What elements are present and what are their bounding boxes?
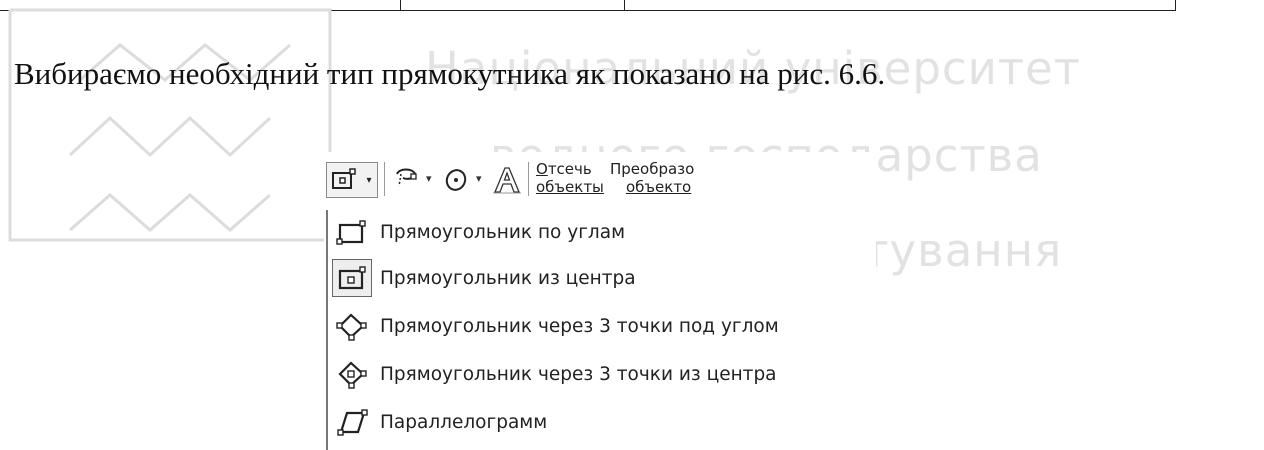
- transform-objects-button[interactable]: Преобразо объекто: [610, 160, 702, 196]
- menu-item-label: Параллелограмм: [380, 411, 548, 433]
- ellipse-icon: [445, 169, 467, 191]
- lasso-tool-button[interactable]: [390, 164, 422, 194]
- outline-text-icon: [493, 167, 521, 194]
- parallelogram-icon: [332, 405, 372, 439]
- menu-item-label: Прямоугольник из центра: [380, 267, 636, 289]
- menu-item-rectangle-corners[interactable]: Прямоугольник по углам: [328, 210, 868, 254]
- transform-label-line2: объекто: [626, 178, 692, 196]
- rectangle-3point-center-icon: [332, 357, 372, 391]
- toolbar-separator: [384, 162, 385, 196]
- menu-item-parallelogram[interactable]: Параллелограмм: [328, 400, 868, 444]
- table-column-divider: [400, 0, 401, 10]
- lasso-icon: [396, 168, 417, 187]
- menu-item-label: Прямоугольник через 3 точки из центра: [380, 363, 777, 385]
- ellipse-tool-button[interactable]: [440, 164, 472, 194]
- rectangle-center-icon: [332, 168, 356, 189]
- menu-item-rectangle-3point-center[interactable]: Прямоугольник через 3 точки из центра: [328, 352, 868, 396]
- rectangle-3point-icon: [332, 309, 372, 343]
- rectangle-dropdown-arrow[interactable]: ▾: [361, 162, 378, 198]
- text-tool-button[interactable]: [490, 164, 524, 196]
- menu-item-rectangle-center[interactable]: Прямоугольник из центра: [328, 256, 868, 300]
- menu-item-label: Прямоугольник по углам: [380, 221, 626, 243]
- body-paragraph: Вибираємо необхідний тип прямокутника як…: [14, 56, 886, 91]
- rectangle-corners-icon: [332, 215, 372, 249]
- transform-label-line1: Преобразо: [610, 160, 695, 178]
- table-column-divider: [624, 0, 625, 10]
- rectangle-tool-button[interactable]: [326, 162, 362, 198]
- menu-item-label: Прямоугольник через 3 точки под углом: [380, 315, 779, 337]
- figure-rectangle-menu: ▾ ▾ ▾ Отсечь объекты Преобразо объекто П…: [324, 152, 876, 450]
- table-column-divider: [1175, 0, 1176, 10]
- table-bottom-border: [0, 0, 1176, 11]
- lasso-dropdown-arrow[interactable]: ▾: [426, 172, 432, 185]
- trim-label-line1: Отсечь: [536, 160, 592, 178]
- toolbar: ▾ ▾ ▾ Отсечь объекты Преобразо объекто: [324, 152, 876, 208]
- ellipse-dropdown-arrow[interactable]: ▾: [476, 172, 482, 185]
- rectangle-type-menu: Прямоугольник по углам Прямоугольник из …: [326, 210, 878, 450]
- trim-label-line2: объекты: [536, 178, 604, 196]
- trim-objects-button[interactable]: Отсечь объекты: [536, 160, 604, 196]
- rectangle-center-icon: [332, 259, 372, 297]
- chevron-down-icon: ▾: [366, 174, 372, 186]
- menu-item-rectangle-3point-angle[interactable]: Прямоугольник через 3 точки под углом: [328, 304, 868, 348]
- toolbar-separator: [528, 162, 529, 196]
